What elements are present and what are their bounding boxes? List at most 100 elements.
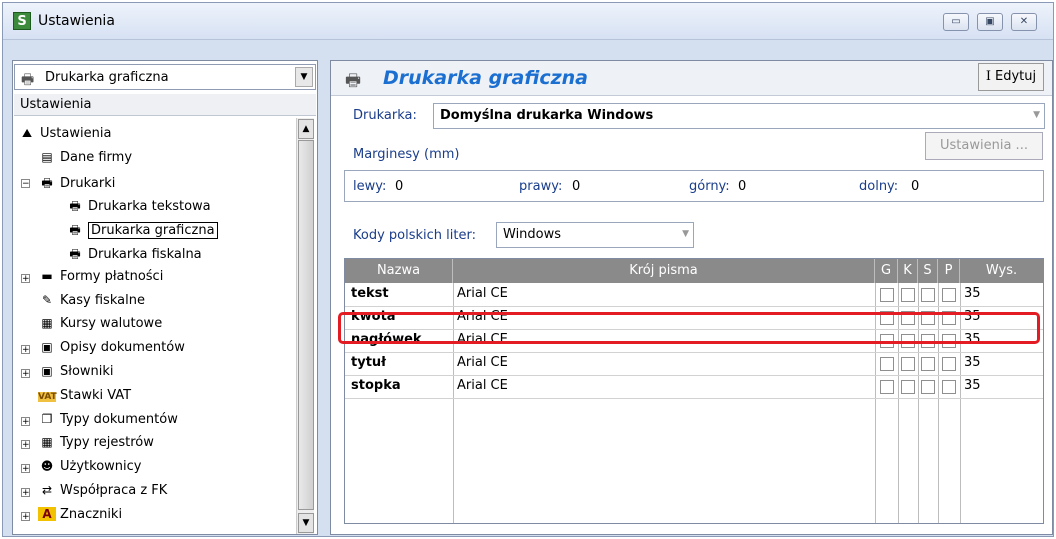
tree-item[interactable]: ▦ Kursy walutowe	[38, 316, 162, 338]
printer-settings-button[interactable]: Ustawienia ...	[925, 132, 1043, 160]
tree-item-label: Drukarki	[60, 175, 116, 191]
tree-item-label: Drukarka graficzna	[88, 222, 218, 240]
tree-item[interactable]: ☻ Użytkownicy	[38, 459, 142, 481]
printer-select[interactable]: Domyślna drukarka Windows ▼	[433, 103, 1045, 129]
tree-expander[interactable]: −	[21, 178, 30, 188]
tree-scrollbar[interactable]: ▲ ▼	[296, 118, 314, 534]
printer-icon: 🖶	[345, 71, 362, 91]
scroll-thumb[interactable]	[298, 140, 314, 510]
tree-item[interactable]: ⛰ Ustawienia	[18, 126, 111, 148]
col-header-name[interactable]: Nazwa	[345, 259, 453, 283]
tree-expander[interactable]: +	[21, 369, 30, 379]
tree-item-label: Dane firmy	[60, 149, 133, 165]
tree-item[interactable]: ⇄ Współpraca z FK	[38, 483, 167, 505]
tree-expander[interactable]: +	[21, 416, 30, 426]
vat-icon: VAT	[38, 391, 57, 402]
tree-item[interactable]: 🖶 Drukarka fiskalna	[66, 245, 201, 267]
window-title: Ustawienia	[38, 13, 115, 29]
tree-item[interactable]: ▤ Dane firmy	[38, 150, 132, 172]
tree-item-label: Znaczniki	[60, 506, 123, 522]
tree-expander[interactable]: +	[21, 464, 30, 474]
tree-expander[interactable]: +	[21, 488, 30, 498]
page-title: Drukarka graficzna	[383, 67, 588, 89]
underline-checkbox[interactable]	[942, 288, 956, 302]
row-name[interactable]: tytuł	[351, 352, 386, 375]
document-types-icon: ❐	[41, 411, 53, 426]
scroll-up-icon[interactable]: ▲	[298, 119, 314, 139]
codes-value: Windows	[503, 227, 562, 242]
tree-item[interactable]: ❐ Typy dokumentów	[38, 412, 178, 434]
tree-item-label: Współpraca z FK	[60, 483, 168, 498]
margin-right-label: prawy:	[519, 179, 563, 194]
tree-item[interactable]: ▬ Formy płatności	[38, 269, 163, 291]
italic-checkbox[interactable]	[901, 357, 915, 371]
col-header-k[interactable]: K	[898, 259, 918, 283]
italic-checkbox[interactable]	[901, 288, 915, 302]
row-name[interactable]: tekst	[351, 283, 389, 306]
tree-expander[interactable]: +	[21, 440, 30, 450]
row-font[interactable]: Arial CE	[457, 352, 508, 375]
strikeout-checkbox[interactable]	[921, 288, 935, 302]
scroll-down-icon[interactable]: ▼	[298, 513, 314, 533]
codes-select[interactable]: Windows ▼	[496, 222, 694, 248]
printer-icon: 🖶	[21, 72, 35, 88]
tree-expander[interactable]: +	[21, 511, 30, 521]
users-icon: ☻	[40, 459, 54, 474]
row-name[interactable]: stopka	[351, 375, 401, 398]
maximize-button[interactable]: ▣	[977, 13, 1003, 31]
bold-checkbox[interactable]	[880, 357, 894, 371]
row-height[interactable]: 35	[964, 283, 981, 306]
tree-header-label: Ustawienia	[20, 97, 92, 112]
close-button[interactable]: ✕	[1011, 13, 1037, 31]
chevron-down-icon[interactable]: ▼	[295, 67, 313, 87]
underline-checkbox[interactable]	[942, 380, 956, 394]
minimize-button[interactable]: ▭	[943, 13, 969, 31]
tree-item[interactable]: ✎ Kasy fiskalne	[38, 293, 145, 315]
tree-item[interactable]: ▣ Słowniki	[38, 364, 113, 386]
row-divider	[345, 306, 1043, 307]
italic-checkbox[interactable]	[901, 380, 915, 394]
edit-button[interactable]: I Edytuj	[978, 63, 1044, 91]
tree-item[interactable]: VAT Stawki VAT	[38, 388, 131, 410]
tree-item-label: Drukarka tekstowa	[88, 199, 211, 215]
tree-item[interactable]: 🖶 Drukarka tekstowa	[66, 197, 211, 219]
tree-item[interactable]: ▣ Opisy dokumentów	[38, 340, 185, 362]
tree-item-label: Stawki VAT	[60, 387, 132, 403]
margins-label: Marginesy (mm)	[353, 147, 460, 162]
margin-bottom-value[interactable]: 0	[911, 179, 919, 194]
row-divider	[345, 375, 1043, 376]
tree-expander[interactable]: +	[21, 345, 30, 355]
margin-right-value[interactable]: 0	[572, 179, 580, 194]
chevron-down-icon[interactable]: ▼	[1033, 110, 1040, 120]
col-header-font[interactable]: Krój pisma	[453, 259, 875, 283]
tree-item[interactable]: A Znaczniki	[38, 506, 123, 529]
row-font[interactable]: Arial CE	[457, 283, 508, 306]
font-styles-table: Nazwa Krój pisma G K S P Wys. tekst Arial…	[344, 258, 1044, 524]
col-header-height[interactable]: Wys.	[960, 259, 1043, 283]
row-font[interactable]: Arial CE	[457, 375, 508, 398]
bold-checkbox[interactable]	[880, 288, 894, 302]
chevron-down-icon[interactable]: ▼	[682, 229, 689, 239]
strikeout-checkbox[interactable]	[921, 380, 935, 394]
col-header-g[interactable]: G	[875, 259, 898, 283]
cash-register-icon: ✎	[41, 292, 53, 307]
strikeout-checkbox[interactable]	[921, 357, 935, 371]
col-header-s[interactable]: S	[918, 259, 938, 283]
row-height[interactable]: 35	[964, 352, 981, 375]
settings-root-icon: ⛰	[21, 126, 33, 140]
tree-item-label: Kasy fiskalne	[60, 292, 145, 308]
tree-item[interactable]: 🖶 Drukarki	[38, 174, 115, 196]
underline-checkbox[interactable]	[942, 357, 956, 371]
bold-checkbox[interactable]	[880, 380, 894, 394]
fk-icon: ⇄	[41, 483, 53, 497]
tree-item[interactable]: 🖶 Drukarka graficzna	[66, 221, 218, 243]
tree-item[interactable]: ▦ Typy rejestrów	[38, 435, 154, 457]
col-header-p[interactable]: P	[938, 259, 960, 283]
tree-item-label: Kursy walutowe	[60, 316, 163, 332]
row-height[interactable]: 35	[964, 375, 981, 398]
company-card-icon: ▤	[41, 149, 53, 164]
margin-top-value[interactable]: 0	[738, 179, 746, 194]
printer-type-combo[interactable]: 🖶 Drukarka graficzna ▼	[14, 64, 316, 90]
margin-left-value[interactable]: 0	[395, 179, 403, 194]
tree-expander[interactable]: +	[21, 273, 30, 283]
